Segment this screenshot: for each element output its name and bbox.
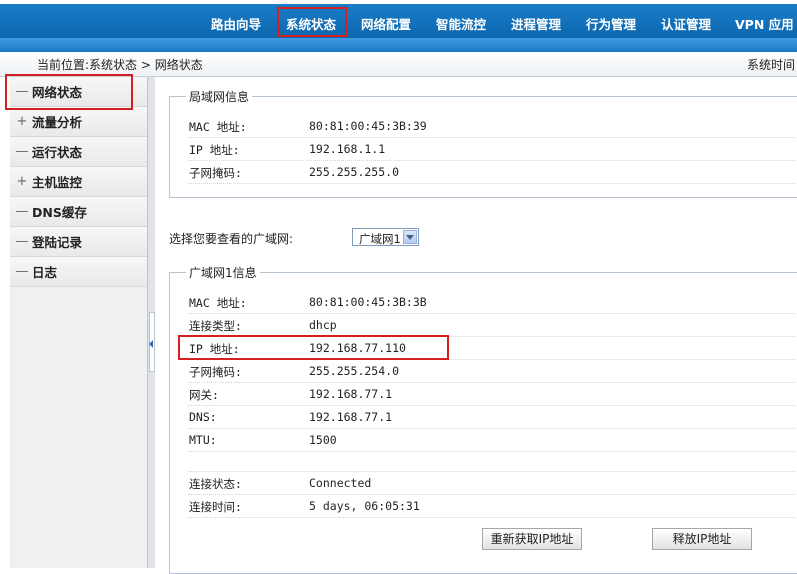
lan-ip-row: IP 地址: 192.168.1.1	[188, 138, 797, 161]
system-time-label: 系统时间	[746, 58, 795, 72]
row-value: 5 days, 06:05:31	[309, 499, 420, 513]
lan-mask-row: 子网掩码: 255.255.255.0	[188, 161, 797, 184]
wan-mac-row: MAC 地址: 80:81:00:45:3B:3B	[188, 291, 797, 314]
sidebar-item-label: 登陆记录	[32, 235, 83, 250]
wan-select[interactable]: 广域网1	[352, 228, 419, 246]
sidebar-item-label: 主机监控	[32, 175, 83, 190]
nav-vpn-app[interactable]: VPN 应用	[735, 14, 794, 33]
sidebar-item-dns-cache[interactable]: — DNS缓存	[10, 197, 147, 227]
row-value: 192.168.1.1	[309, 142, 386, 156]
row-key: DNS:	[189, 410, 217, 424]
wan-mask-row: 子网掩码: 255.255.254.0	[188, 360, 797, 383]
row-key: 连接状态:	[189, 477, 242, 491]
breadcrumb: 当前位置:系统状态 > 网络状态	[37, 58, 203, 72]
sidebar-item-run-status[interactable]: — 运行状态	[10, 137, 147, 167]
row-key: 网关:	[189, 388, 219, 402]
wan-spacer-row	[188, 449, 797, 472]
main-content: 局域网信息 MAC 地址: 80:81:00:45:3B:39 IP 地址: 1…	[155, 77, 797, 574]
row-value: 80:81:00:45:3B:3B	[309, 295, 427, 309]
sidebar-item-login-records[interactable]: — 登陆记录	[10, 227, 147, 257]
renew-ip-button[interactable]: 重新获取IP地址	[482, 528, 582, 550]
sidebar: — 网络状态 + 流量分析 — 运行状态 + 主机监控 — DNS缓存 — 登陆…	[10, 77, 147, 568]
sidebar-item-label: 运行状态	[32, 145, 83, 160]
sidebar-item-logs[interactable]: — 日志	[10, 257, 147, 287]
row-key: 子网掩码:	[189, 365, 242, 379]
wan-dns-row: DNS: 192.168.77.1	[188, 406, 797, 429]
row-value: 192.168.77.1	[309, 410, 393, 424]
row-key: 连接类型:	[189, 319, 242, 333]
collapse-icon: —	[15, 144, 29, 159]
expand-icon: +	[16, 114, 28, 129]
row-key: IP 地址:	[189, 143, 240, 157]
lan-info-title: 局域网信息	[186, 88, 253, 105]
nav-highlight-box	[277, 7, 347, 37]
row-key: MTU:	[189, 433, 217, 447]
row-value: 1500	[309, 433, 337, 447]
collapse-icon: —	[15, 264, 29, 279]
wan-info-title: 广域网1信息	[186, 264, 260, 281]
expand-icon: +	[16, 174, 28, 189]
wan-type-row: 连接类型: dhcp	[188, 314, 797, 337]
wan-gateway-row: 网关: 192.168.77.1	[188, 383, 797, 406]
nav-network-config[interactable]: 网络配置	[361, 14, 411, 33]
sidebar-item-label: DNS缓存	[32, 205, 87, 220]
wan-select-value: 广域网1	[359, 232, 401, 246]
top-banner: 路由向导 系统状态 网络配置 智能流控 进程管理 行为管理 认证管理 VPN 应…	[0, 0, 797, 52]
sidebar-item-label: 流量分析	[32, 115, 83, 130]
collapse-icon: —	[15, 204, 29, 219]
row-key: 连接时间:	[189, 500, 242, 514]
row-value: 80:81:00:45:3B:39	[309, 119, 427, 133]
sidebar-item-label: 日志	[32, 265, 58, 280]
release-ip-button[interactable]: 释放IP地址	[652, 528, 752, 550]
wan-conn-status-row: 连接状态: Connected	[188, 472, 797, 495]
wan-conn-time-row: 连接时间: 5 days, 06:05:31	[188, 495, 797, 518]
sidebar-item-host-monitor[interactable]: + 主机监控	[10, 167, 147, 197]
nav-smart-flow[interactable]: 智能流控	[436, 14, 486, 33]
row-value: 192.168.77.1	[309, 387, 393, 401]
nav-auth-mgmt[interactable]: 认证管理	[661, 14, 711, 33]
row-value: dhcp	[309, 318, 337, 332]
row-value: Connected	[309, 476, 372, 490]
nav-process-mgmt[interactable]: 进程管理	[511, 14, 561, 33]
lan-mac-row: MAC 地址: 80:81:00:45:3B:39	[188, 115, 797, 138]
row-value: 255.255.254.0	[309, 364, 400, 378]
collapse-arrow-icon[interactable]	[149, 340, 153, 348]
row-key: MAC 地址:	[189, 120, 247, 134]
nav-route-wizard[interactable]: 路由向导	[211, 14, 261, 33]
row-key: 子网掩码:	[189, 166, 242, 180]
ip-highlight-box	[178, 335, 449, 360]
top-shine	[0, 0, 797, 4]
wan-select-label: 选择您要查看的广域网:	[169, 232, 294, 246]
collapse-icon: —	[15, 234, 29, 249]
banner-strip	[0, 38, 797, 52]
row-value: 255.255.255.0	[309, 165, 400, 179]
chevron-down-icon[interactable]	[403, 230, 417, 244]
nav-behavior-mgmt[interactable]: 行为管理	[586, 14, 636, 33]
sidebar-item-traffic-analysis[interactable]: + 流量分析	[10, 107, 147, 137]
row-key: MAC 地址:	[189, 296, 247, 310]
sidebar-highlight-box	[5, 74, 133, 110]
